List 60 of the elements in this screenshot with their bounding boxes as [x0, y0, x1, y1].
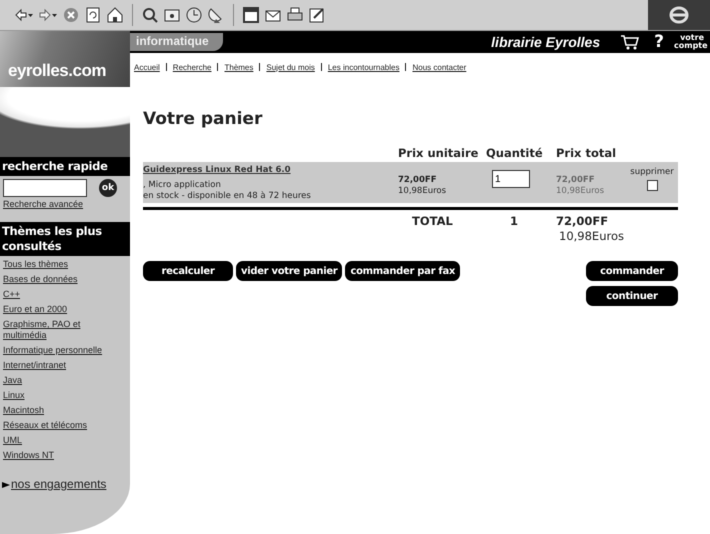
publisher-text: , Micro application	[143, 180, 222, 190]
unit-price-euros: 10,98Euros	[398, 186, 448, 196]
arrow-icon	[2, 480, 10, 488]
nav-link[interactable]: Les incontournables	[328, 62, 400, 72]
grand-total: 72,00FF	[556, 214, 610, 228]
edit-icon[interactable]	[308, 6, 326, 24]
help-link[interactable]: ?	[654, 32, 664, 52]
search-icon[interactable]	[141, 6, 159, 24]
total-price: 72,00FF	[556, 175, 596, 185]
action-button[interactable]: commander	[586, 261, 678, 281]
cart-icon[interactable]	[620, 34, 640, 50]
theme-link[interactable]: Informatique personnelle	[3, 345, 110, 356]
theme-link[interactable]: Euro et an 2000	[3, 304, 110, 315]
theme-link[interactable]: Windows NT	[3, 450, 110, 461]
column-header: Quantité	[486, 146, 544, 162]
home-icon[interactable]	[106, 6, 124, 24]
action-button[interactable]: commander par fax	[345, 261, 460, 281]
availability-text: en stock - disponible en 48 à 72 heures	[143, 191, 312, 201]
theme-link[interactable]: Réseaux et télécoms	[3, 420, 110, 431]
brand-name: librairie Eyrolles	[491, 34, 600, 50]
sidebar-heading: Thèmes les plus consultés	[0, 222, 130, 256]
theme-link[interactable]: C++	[3, 289, 110, 300]
book-title-link[interactable]: Guidexpress Linux Red Hat 6.0	[143, 165, 398, 175]
theme-link[interactable]: Macintosh	[3, 405, 110, 416]
theme-link[interactable]: UML	[3, 435, 110, 446]
total-label: TOTAL	[411, 214, 454, 228]
nav-link[interactable]: Sujet du mois	[266, 62, 315, 72]
window-icon[interactable]	[242, 6, 260, 24]
site-logo[interactable]: eyrolles.com	[8, 61, 106, 81]
nav-link[interactable]: Thèmes	[224, 62, 254, 72]
advanced-search-link[interactable]: Recherche avancée	[3, 199, 127, 210]
nav-link[interactable]: Nous contacter	[412, 62, 466, 72]
grand-total-euros: 10,98Euros	[558, 229, 625, 243]
unit-price: 72,00FF	[398, 175, 438, 185]
search-field[interactable]	[3, 179, 87, 197]
theme-link[interactable]: Graphisme, PAO et multimédia	[3, 319, 110, 341]
action-button[interactable]: continuer	[586, 286, 678, 306]
action-button[interactable]: vider votre panier	[236, 261, 342, 281]
theme-link[interactable]: Linux	[3, 390, 110, 401]
quantity-field[interactable]: 1	[492, 170, 530, 188]
theme-link[interactable]: Internet/intranet	[3, 360, 110, 371]
total-price-euros: 10,98Euros	[556, 186, 606, 196]
forward-arrow-icon[interactable]	[38, 6, 58, 24]
clock-icon[interactable]	[185, 6, 203, 24]
theme-link[interactable]: Java	[3, 375, 110, 386]
total-quantity: 1	[509, 214, 520, 228]
nav-link[interactable]: Accueil	[134, 62, 160, 72]
page-title: Votre panier	[143, 109, 264, 129]
sidebar-heading: recherche rapide	[0, 157, 130, 176]
nav-link[interactable]: Recherche	[172, 62, 212, 72]
column-header: Prix unitaire	[398, 146, 480, 162]
remove-checkbox[interactable]	[646, 180, 658, 191]
ok-button[interactable]: ok	[99, 179, 117, 197]
remove-label: supprimer	[630, 167, 674, 177]
back-arrow-icon[interactable]	[14, 6, 34, 24]
theme-link[interactable]: Tous les thèmes	[3, 259, 110, 270]
action-button[interactable]: recalculer	[143, 261, 233, 281]
theme-link[interactable]: Bases de données	[3, 274, 110, 285]
column-header: Prix total	[556, 146, 618, 162]
engagements-link[interactable]: nos engagements	[11, 479, 106, 490]
